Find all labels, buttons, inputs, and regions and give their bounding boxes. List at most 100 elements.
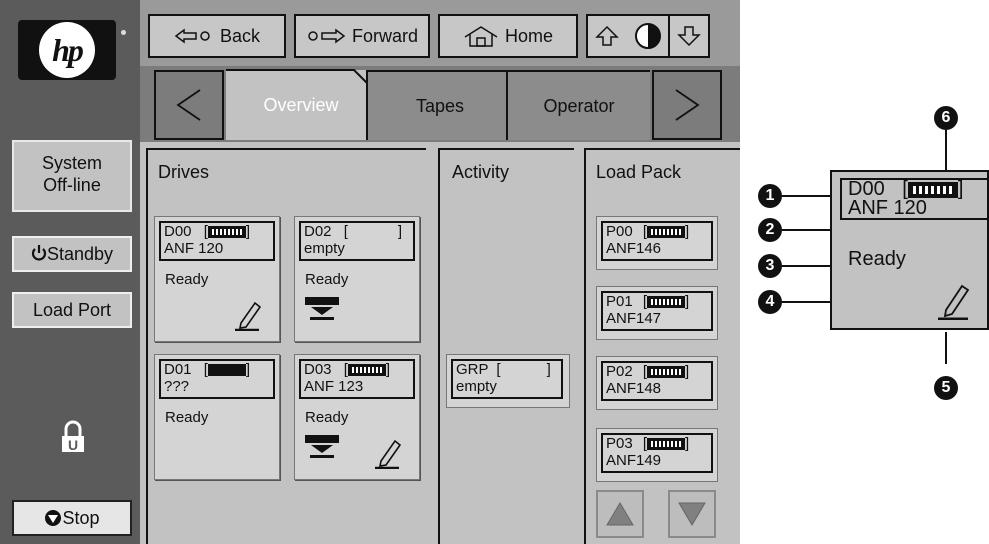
home-label: Home [504, 25, 553, 46]
forward-label: Forward [351, 25, 418, 46]
activity-id-box: GRP [] empty [451, 359, 563, 399]
down-arrow-icon [677, 26, 701, 47]
callout-1-leader [782, 195, 832, 197]
eject-tape-icon [305, 297, 339, 320]
drive-card-d01[interactable]: D01 [] ??? Ready [154, 354, 280, 480]
drive-cartridge: ??? [164, 378, 190, 395]
callout-5-leader [945, 332, 947, 364]
barcode-icon [647, 366, 686, 379]
detail-cartridge: ANF 120 [848, 197, 927, 219]
system-status-line1: System [41, 153, 102, 173]
tab-scroll-left-button[interactable] [154, 70, 224, 140]
slot-cartridge: ANF146 [606, 240, 662, 257]
slot-id: P03 [606, 435, 633, 452]
drive-status: Ready [305, 409, 349, 426]
drive-card-d02[interactable]: D02 [] empty Ready [294, 216, 420, 342]
right-triangle-icon [675, 89, 700, 121]
drive-id: D00 [164, 223, 192, 240]
load-port-label: Load Port [32, 300, 112, 320]
stop-button[interactable]: Stop [12, 500, 132, 536]
forward-button[interactable]: Forward [294, 14, 430, 58]
slot-id: P01 [606, 293, 633, 310]
system-status-indicator: System Off-line [12, 140, 132, 212]
drive-id-box: D03 [] ANF 123 [299, 359, 415, 399]
left-triangle-icon [176, 89, 201, 121]
scroll-up-button[interactable] [586, 14, 628, 58]
tab-tapes[interactable]: Tapes [366, 70, 512, 140]
loadpack-scroll-down-button[interactable] [668, 490, 716, 538]
back-button[interactable]: Back [148, 14, 286, 58]
system-status-line2: Off-line [43, 175, 101, 195]
drive-id-box: D01 [] ??? [159, 359, 275, 399]
barcode-icon [907, 181, 958, 198]
callout-4-leader [782, 301, 832, 303]
activity-card-grp[interactable]: GRP [] empty [446, 354, 570, 408]
callout-2: 2 [758, 218, 782, 242]
drive-card-d00[interactable]: D00 [] ANF 120 Ready [154, 216, 280, 342]
callout-3-leader [782, 265, 832, 267]
activity-cartridge: empty [456, 378, 497, 395]
detail-id-box: D00 [] ANF 120 [840, 178, 989, 220]
loadpack-slot-p01[interactable]: P01 [] ANF147 [596, 286, 718, 340]
pencil-icon [375, 439, 402, 469]
tab-scroll-right-button[interactable] [652, 70, 722, 140]
drives-section [146, 148, 426, 544]
forward-arrow-icon [308, 28, 346, 44]
drive-id: D02 [304, 223, 332, 240]
svg-text:U: U [68, 437, 78, 453]
slot-id-box: P00 [] ANF146 [601, 221, 713, 261]
contrast-button[interactable] [626, 14, 670, 58]
back-arrow-icon [174, 28, 210, 44]
activity-title: Activity [452, 162, 510, 182]
pencil-icon [235, 301, 262, 331]
barcode-icon [647, 296, 686, 309]
loadpack-slot-p02[interactable]: P02 [] ANF148 [596, 356, 718, 410]
sidebar: hp System Off-line Standby Load Port U S… [0, 0, 140, 544]
hp-logo-text: hp [52, 32, 84, 68]
drive-cartridge: empty [304, 240, 345, 257]
contrast-icon [635, 23, 661, 49]
eject-tape-icon [305, 435, 339, 458]
drive-id-box: D02 [] empty [299, 221, 415, 261]
standby-label: Standby [46, 244, 114, 264]
drive-card-detail: D00 [] ANF 120 Ready [830, 170, 989, 330]
loadpack-scroll-up-button[interactable] [596, 490, 644, 538]
home-button[interactable]: Home [438, 14, 578, 58]
back-label: Back [219, 25, 261, 46]
loadpack-section [584, 148, 740, 544]
barcode-solid-icon [207, 364, 246, 377]
callout-1: 1 [758, 184, 782, 208]
loadpack-slot-p00[interactable]: P00 [] ANF146 [596, 216, 718, 270]
drive-id: D01 [164, 361, 192, 378]
home-icon [464, 26, 498, 47]
barcode-icon [207, 226, 246, 239]
activity-id: GRP [456, 361, 489, 378]
loadpack-slot-p03[interactable]: P03 [] ANF149 [596, 428, 718, 482]
hp-logo: hp [18, 20, 126, 80]
drive-id-box: D00 [] ANF 120 [159, 221, 275, 261]
drive-status: Ready [305, 271, 349, 288]
barcode-icon [647, 438, 686, 451]
drive-cartridge: ANF 123 [304, 378, 364, 395]
tab-operator[interactable]: Operator [506, 70, 650, 140]
load-port-button[interactable]: Load Port [12, 292, 132, 328]
tab-operator-label: Operator [543, 95, 615, 116]
drive-id: D03 [304, 361, 332, 378]
scroll-down-button[interactable] [668, 14, 710, 58]
triangle-down-icon [678, 502, 706, 526]
drive-status: Ready [165, 409, 209, 426]
barcode-icon [647, 226, 686, 239]
slot-id: P02 [606, 363, 633, 380]
up-arrow-icon [595, 25, 619, 46]
callout-3: 3 [758, 254, 782, 278]
detail-status: Ready [848, 248, 906, 270]
loadpack-title: Load Pack [596, 162, 682, 182]
unlock-icon[interactable]: U [58, 420, 88, 454]
pencil-icon [938, 284, 970, 320]
standby-button[interactable]: Standby [12, 236, 132, 272]
slot-id-box: P03 [] ANF149 [601, 433, 713, 473]
drive-card-d03[interactable]: D03 [] ANF 123 Ready [294, 354, 420, 480]
callout-2-leader [782, 229, 832, 231]
triangle-up-icon [606, 502, 634, 526]
callout-6-leader [945, 130, 947, 172]
